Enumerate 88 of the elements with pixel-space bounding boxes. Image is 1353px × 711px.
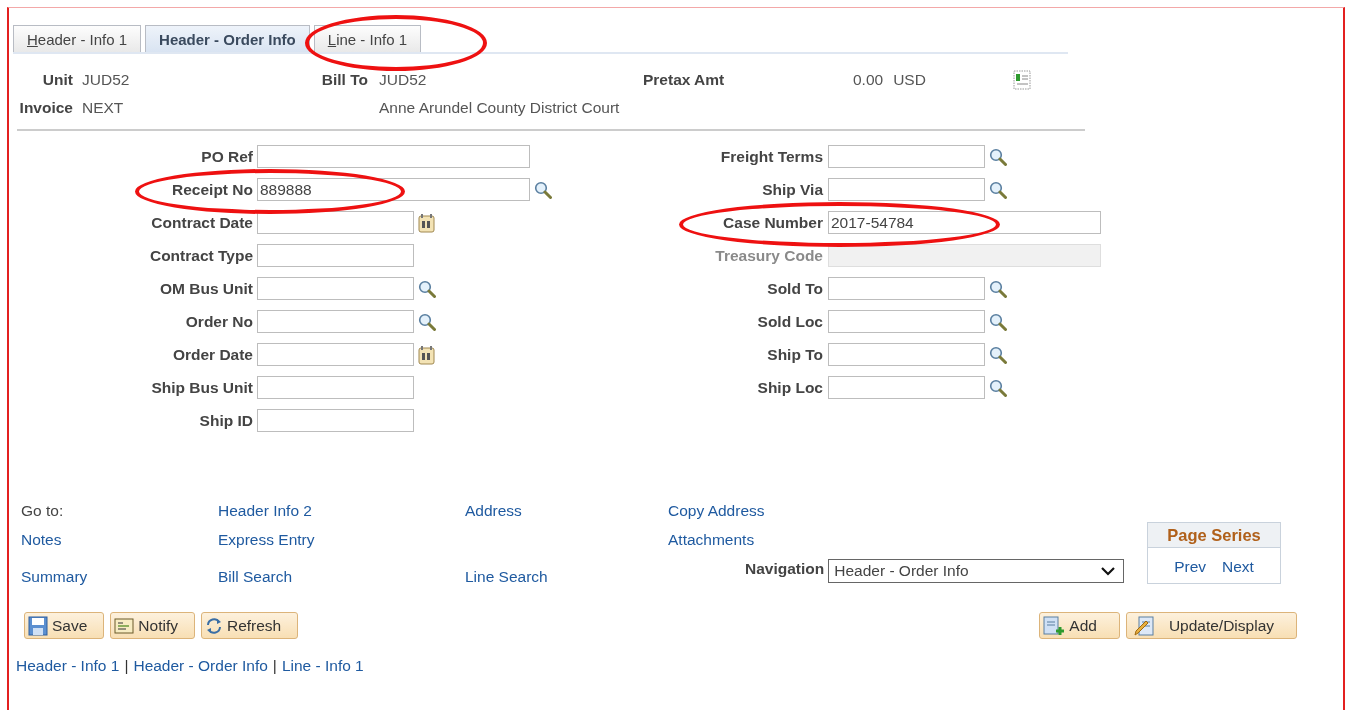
link[interactable]: Next bbox=[1222, 558, 1254, 576]
link[interactable]: Prev bbox=[1174, 558, 1206, 576]
field-label: Invoice bbox=[19, 98, 73, 118]
field-label: Freight Terms bbox=[720, 147, 823, 165]
link[interactable]: Attachments bbox=[668, 530, 1138, 550]
pencil-document-icon bbox=[1132, 615, 1155, 636]
input-field[interactable] bbox=[828, 310, 985, 333]
invoice-document-icon[interactable] bbox=[1013, 70, 1031, 90]
link[interactable]: Line - Info 1 bbox=[281, 656, 364, 676]
note-icon bbox=[114, 616, 135, 635]
field-label: PO Ref bbox=[201, 147, 253, 165]
input-field[interactable] bbox=[828, 277, 985, 300]
field-label: Bill To bbox=[321, 70, 368, 90]
field-label: Case Number bbox=[723, 213, 823, 231]
field-value: JUD52 bbox=[378, 70, 427, 90]
input-field[interactable] bbox=[257, 277, 414, 300]
separator: | bbox=[272, 656, 277, 676]
input-field[interactable] bbox=[257, 211, 414, 234]
document-plus-icon bbox=[1043, 615, 1066, 636]
tab[interactable]: Line - Info 1 bbox=[313, 25, 421, 52]
field-label: Sold Loc bbox=[757, 312, 823, 330]
link[interactable]: Bill Search bbox=[218, 567, 465, 587]
field-label: Unit bbox=[42, 70, 73, 90]
goto-label: Go to: bbox=[21, 501, 65, 521]
field-value: NEXT bbox=[81, 98, 124, 118]
input-field[interactable]: 2017-54784 bbox=[828, 211, 1101, 234]
search-icon[interactable] bbox=[989, 279, 1007, 298]
link[interactable]: Address bbox=[465, 501, 668, 521]
field-label: Ship Bus Unit bbox=[151, 378, 253, 396]
search-icon[interactable] bbox=[989, 180, 1007, 199]
calendar-icon[interactable] bbox=[418, 344, 435, 365]
field-label: OM Bus Unit bbox=[160, 279, 253, 297]
field-label: Ship To bbox=[767, 345, 823, 363]
search-icon[interactable] bbox=[418, 312, 436, 331]
search-icon[interactable] bbox=[989, 378, 1007, 397]
tab[interactable]: Header - Info 1 bbox=[13, 25, 142, 52]
search-icon[interactable] bbox=[989, 345, 1007, 364]
field-label: Pretax Amt bbox=[643, 70, 725, 90]
field-label: Receipt No bbox=[172, 180, 253, 198]
search-icon[interactable] bbox=[989, 147, 1007, 166]
input-field[interactable] bbox=[828, 343, 985, 366]
navigation-dropdown[interactable]: Header - Order Info bbox=[828, 559, 1125, 583]
input-field[interactable] bbox=[257, 376, 414, 399]
search-icon[interactable] bbox=[534, 180, 552, 199]
add-button[interactable]: Add bbox=[1039, 612, 1120, 639]
navigation-label: Navigation bbox=[745, 559, 825, 579]
link[interactable]: Notes bbox=[21, 530, 218, 550]
link[interactable]: Line Search bbox=[465, 567, 668, 587]
field-label: Order Date bbox=[172, 345, 253, 363]
calendar-icon[interactable] bbox=[418, 212, 435, 233]
field-label: Sold To bbox=[767, 279, 823, 297]
currency-code: USD bbox=[892, 70, 926, 90]
field-value: JUD52 bbox=[81, 70, 130, 90]
link[interactable]: Copy Address bbox=[668, 501, 1138, 521]
link[interactable]: Header Info 2 bbox=[218, 501, 465, 521]
refresh-icon bbox=[204, 616, 223, 635]
field-label: Ship ID bbox=[199, 411, 253, 429]
input-field[interactable] bbox=[828, 376, 985, 399]
link[interactable]: Express Entry bbox=[218, 530, 465, 550]
update-button[interactable]: Update/Display bbox=[1125, 612, 1297, 639]
input-field[interactable] bbox=[828, 178, 985, 201]
search-icon[interactable] bbox=[989, 312, 1007, 331]
input-field[interactable] bbox=[828, 145, 985, 168]
notify-button[interactable]: Notify bbox=[110, 612, 195, 639]
input-field[interactable] bbox=[257, 244, 414, 267]
save-button[interactable]: Save bbox=[24, 612, 105, 639]
input-field[interactable] bbox=[257, 343, 414, 366]
amount-value: 0.00 bbox=[852, 70, 884, 90]
tab[interactable]: Header - Order Info bbox=[145, 25, 310, 52]
link[interactable]: Header - Order Info bbox=[133, 656, 268, 676]
separator: | bbox=[124, 656, 129, 676]
refresh-button[interactable]: Refresh bbox=[200, 612, 299, 639]
input-field[interactable] bbox=[257, 145, 530, 168]
field-label: Treasury Code bbox=[715, 246, 823, 264]
input-field[interactable]: 889888 bbox=[257, 178, 530, 201]
customer-name: Anne Arundel County District Court bbox=[378, 98, 620, 118]
field-label: Contract Type bbox=[149, 246, 253, 264]
link[interactable]: Header - Info 1 bbox=[16, 656, 120, 676]
panel-title: Page Series bbox=[1148, 523, 1280, 548]
input-field[interactable] bbox=[257, 310, 414, 333]
field-label: Order No bbox=[185, 312, 253, 330]
field-label: Ship Via bbox=[762, 180, 823, 198]
chevron-down-icon bbox=[1101, 566, 1116, 576]
input-field[interactable] bbox=[257, 409, 414, 432]
field-label: Ship Loc bbox=[757, 378, 823, 396]
field-label: Contract Date bbox=[151, 213, 253, 231]
search-icon[interactable] bbox=[418, 279, 436, 298]
link[interactable]: Summary bbox=[21, 567, 218, 587]
